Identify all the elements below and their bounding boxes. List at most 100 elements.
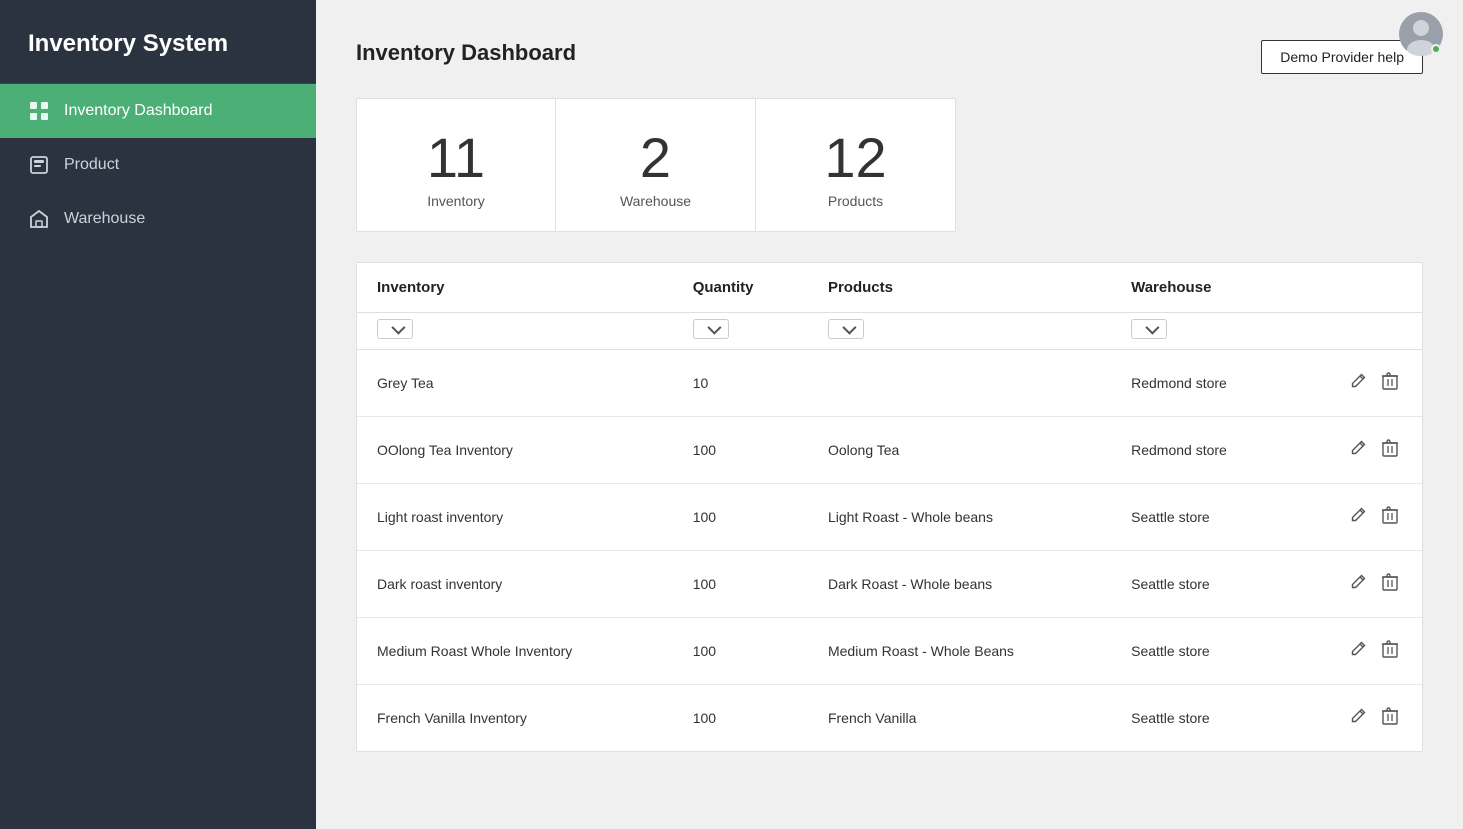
trash-icon [1382, 707, 1398, 725]
warehouse-count: 2 [640, 127, 671, 189]
warehouse-stat-card: 2 Warehouse [556, 98, 756, 232]
edit-button[interactable] [1346, 436, 1370, 464]
cell-products [808, 349, 1111, 416]
edit-button[interactable] [1346, 570, 1370, 598]
delete-button[interactable] [1378, 435, 1402, 465]
chevron-down-icon [707, 320, 721, 334]
inventory-filter-button[interactable] [377, 319, 413, 339]
page-title: Inventory Dashboard [356, 40, 576, 66]
edit-button[interactable] [1346, 637, 1370, 665]
cell-quantity: 100 [673, 416, 808, 483]
table-row: Light roast inventory100Light Roast - Wh… [357, 483, 1422, 550]
table-row: Dark roast inventory100Dark Roast - Whol… [357, 550, 1422, 617]
products-filter-button[interactable] [828, 319, 864, 339]
edit-icon [1350, 507, 1366, 523]
trash-icon [1382, 573, 1398, 591]
cell-actions [1293, 617, 1422, 684]
cell-quantity: 100 [673, 483, 808, 550]
table-filter-row [357, 312, 1422, 349]
table-row: Medium Roast Whole Inventory100Medium Ro… [357, 617, 1422, 684]
sidebar: Inventory System Inventory Dashboard Pro… [0, 0, 316, 829]
cell-actions [1293, 550, 1422, 617]
warehouse-filter-button[interactable] [1131, 319, 1167, 339]
warehouse-label: Warehouse [620, 193, 691, 209]
cell-inventory: Light roast inventory [357, 483, 673, 550]
cell-warehouse: Redmond store [1111, 349, 1293, 416]
filter-quantity [673, 312, 808, 349]
sidebar-dashboard-label: Inventory Dashboard [64, 102, 213, 120]
cell-inventory: OOlong Tea Inventory [357, 416, 673, 483]
edit-icon [1350, 373, 1366, 389]
edit-button[interactable] [1346, 704, 1370, 732]
cell-inventory: French Vanilla Inventory [357, 684, 673, 751]
product-icon [28, 154, 50, 176]
delete-button[interactable] [1378, 636, 1402, 666]
table-row: French Vanilla Inventory100French Vanill… [357, 684, 1422, 751]
app-title: Inventory System [0, 0, 316, 84]
page-header: Inventory Dashboard Demo Provider help [356, 40, 1423, 74]
cell-actions [1293, 416, 1422, 483]
cell-quantity: 100 [673, 684, 808, 751]
cell-warehouse: Seattle store [1111, 684, 1293, 751]
edit-button[interactable] [1346, 369, 1370, 397]
sidebar-item-warehouse[interactable]: Warehouse [0, 192, 316, 246]
edit-icon [1350, 708, 1366, 724]
delete-button[interactable] [1378, 368, 1402, 398]
edit-icon [1350, 440, 1366, 456]
cell-warehouse: Seattle store [1111, 617, 1293, 684]
trash-icon [1382, 439, 1398, 457]
chevron-down-icon [842, 320, 856, 334]
filter-products [808, 312, 1111, 349]
products-label: Products [828, 193, 883, 209]
cell-quantity: 100 [673, 617, 808, 684]
col-header-actions [1293, 263, 1422, 313]
table-body: Grey Tea10 Redmond store [357, 349, 1422, 751]
edit-icon [1350, 641, 1366, 657]
table-row: Grey Tea10 Redmond store [357, 349, 1422, 416]
inventory-stat-card: 11 Inventory [356, 98, 556, 232]
delete-button[interactable] [1378, 569, 1402, 599]
sidebar-product-label: Product [64, 156, 119, 174]
sidebar-item-dashboard[interactable]: Inventory Dashboard [0, 84, 316, 138]
chevron-down-icon [391, 320, 405, 334]
inventory-count: 11 [427, 127, 485, 189]
col-header-quantity: Quantity [673, 263, 808, 313]
trash-icon [1382, 640, 1398, 658]
cell-quantity: 10 [673, 349, 808, 416]
inventory-label: Inventory [427, 193, 485, 209]
inventory-table: Inventory Quantity Products Warehouse [356, 262, 1423, 752]
cell-inventory: Dark roast inventory [357, 550, 673, 617]
edit-button[interactable] [1346, 503, 1370, 531]
products-count: 12 [824, 127, 886, 189]
cell-products: French Vanilla [808, 684, 1111, 751]
delete-button[interactable] [1378, 703, 1402, 733]
topbar [1399, 12, 1443, 56]
table-header-row: Inventory Quantity Products Warehouse [357, 263, 1422, 313]
cell-actions [1293, 349, 1422, 416]
sidebar-warehouse-label: Warehouse [64, 210, 145, 228]
col-header-products: Products [808, 263, 1111, 313]
cell-actions [1293, 483, 1422, 550]
table-row: OOlong Tea Inventory100Oolong TeaRedmond… [357, 416, 1422, 483]
trash-icon [1382, 506, 1398, 524]
chevron-down-icon [1145, 320, 1159, 334]
cell-warehouse: Seattle store [1111, 550, 1293, 617]
cell-products: Dark Roast - Whole beans [808, 550, 1111, 617]
cell-warehouse: Redmond store [1111, 416, 1293, 483]
col-header-warehouse: Warehouse [1111, 263, 1293, 313]
cell-quantity: 100 [673, 550, 808, 617]
content-area: Inventory Dashboard Demo Provider help 1… [316, 0, 1463, 829]
delete-button[interactable] [1378, 502, 1402, 532]
sidebar-item-product[interactable]: Product [0, 138, 316, 192]
cell-inventory: Grey Tea [357, 349, 673, 416]
warehouse-icon [28, 208, 50, 230]
cell-warehouse: Seattle store [1111, 483, 1293, 550]
cell-actions [1293, 684, 1422, 751]
quantity-filter-button[interactable] [693, 319, 729, 339]
col-header-inventory: Inventory [357, 263, 673, 313]
dashboard-icon [28, 100, 50, 122]
cell-products: Medium Roast - Whole Beans [808, 617, 1111, 684]
edit-icon [1350, 574, 1366, 590]
filter-actions-empty [1293, 312, 1422, 349]
cell-products: Light Roast - Whole beans [808, 483, 1111, 550]
